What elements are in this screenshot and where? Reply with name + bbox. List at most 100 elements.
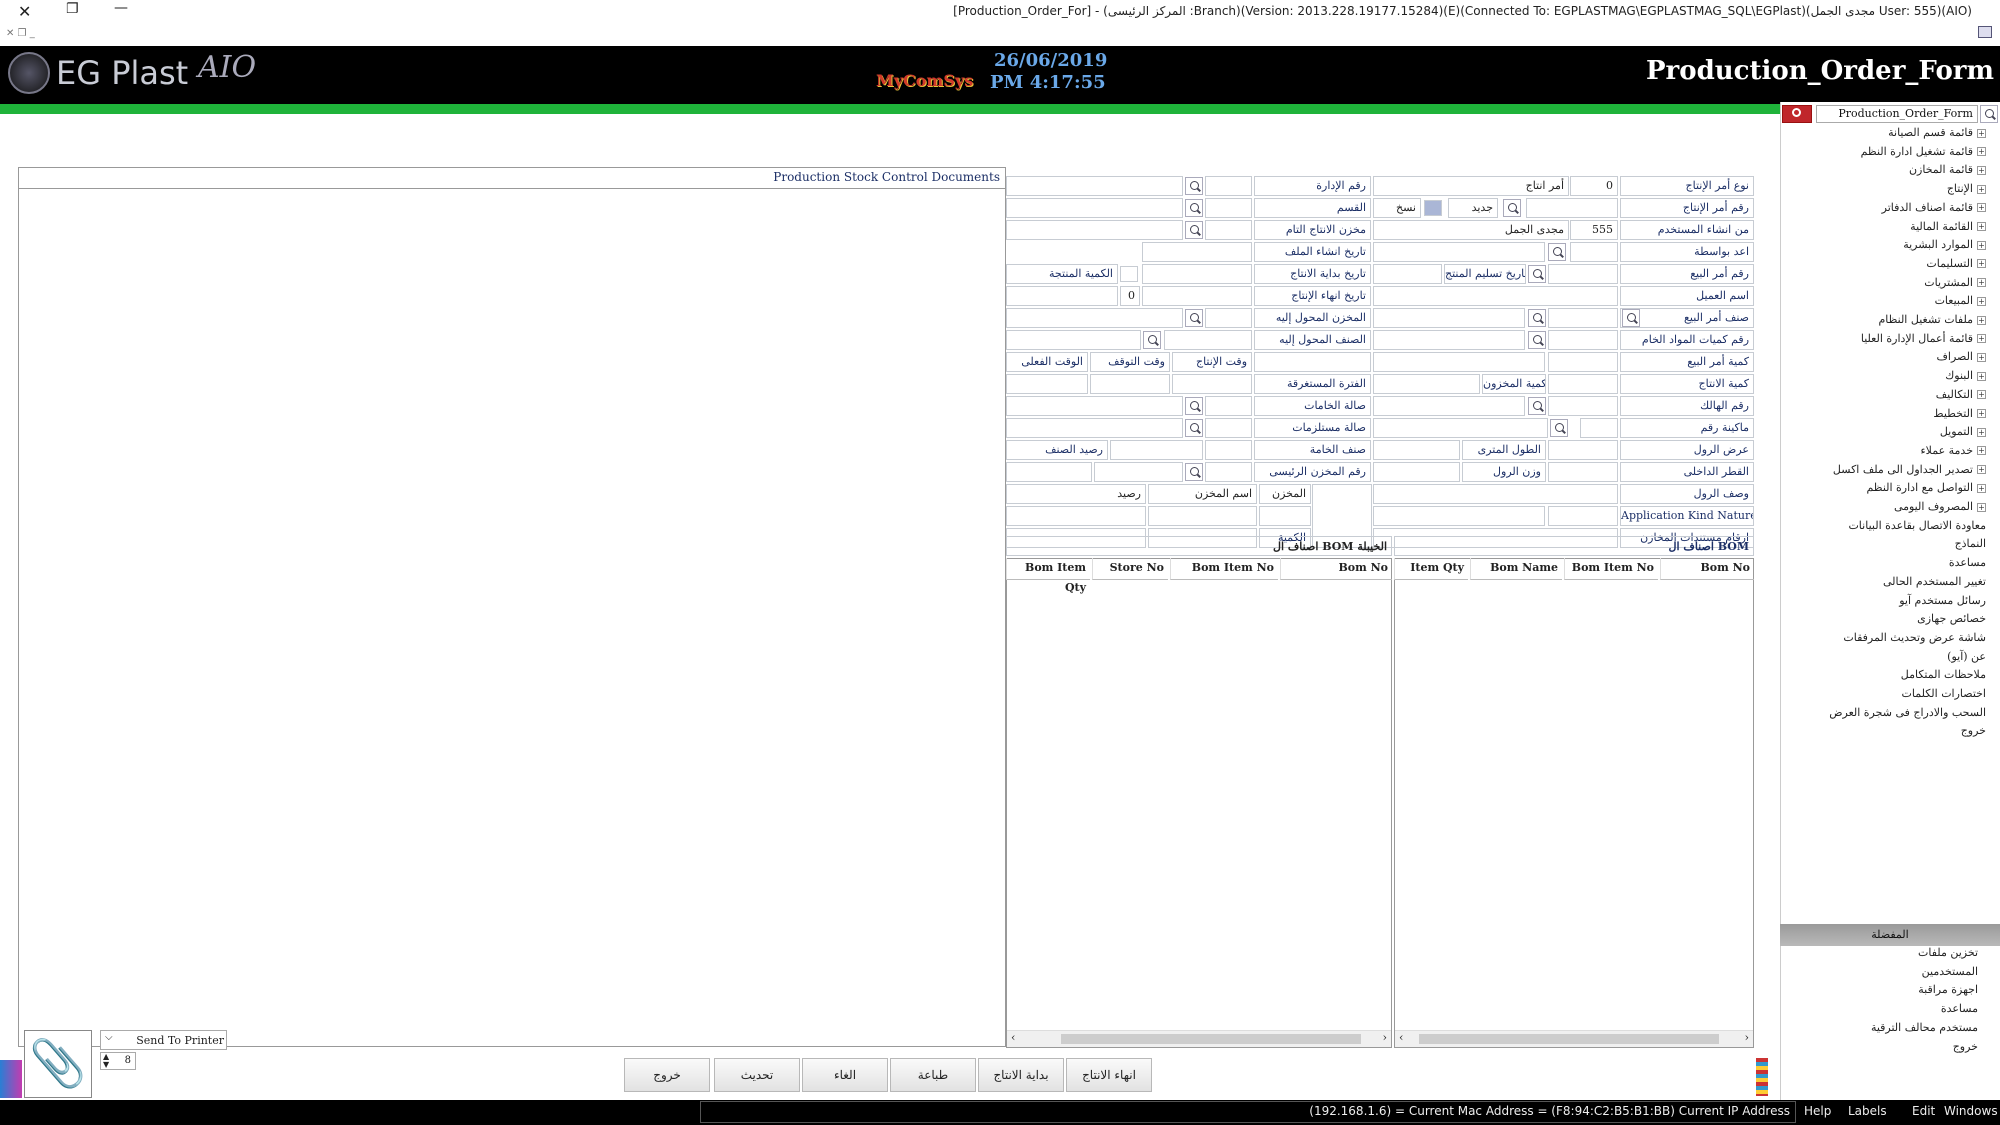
- finish-production-button[interactable]: انهاء الانتاج: [1066, 1058, 1152, 1092]
- tree-item[interactable]: السحب والادراج فى شجرة العرض: [1829, 706, 1986, 719]
- main-store-name[interactable]: [1094, 462, 1183, 482]
- expand-icon[interactable]: +: [1977, 409, 1986, 418]
- favorite-item[interactable]: تخزين ملفات: [1918, 946, 1978, 959]
- tree-item[interactable]: رسائل مستخدم آيو: [1899, 594, 1986, 607]
- printer-select[interactable]: ⌵ Send To Printer: [100, 1030, 227, 1050]
- prod-time-field[interactable]: [1172, 374, 1252, 394]
- raw-hall-field[interactable]: [1205, 396, 1252, 416]
- col-ready-bom-item-no[interactable]: Bom Item No: [1170, 558, 1278, 580]
- lookup-icon[interactable]: [1550, 419, 1568, 437]
- mdi-close-icon[interactable]: ✕ ❐ _: [6, 28, 35, 39]
- supplies-hall-name[interactable]: [1006, 418, 1183, 438]
- finished-store-name[interactable]: [1006, 220, 1183, 240]
- lookup-icon[interactable]: [1185, 199, 1203, 217]
- attachment-icon[interactable]: 📎: [24, 1030, 92, 1098]
- finished-store-field[interactable]: [1205, 220, 1252, 240]
- col-bom-item-qty[interactable]: Bom Item Qty: [1006, 558, 1090, 594]
- stop-time-field[interactable]: [1090, 374, 1170, 394]
- tree-item[interactable]: التمويل +: [1940, 425, 1986, 438]
- produced-qty-field[interactable]: [1006, 286, 1118, 306]
- col-ready-bom-no[interactable]: Bom No: [1280, 558, 1392, 580]
- expand-icon[interactable]: +: [1977, 427, 1986, 437]
- tree-item[interactable]: التكاليف +: [1936, 388, 1986, 401]
- col-bom-name[interactable]: Bom Name: [1470, 558, 1562, 580]
- tree-item[interactable]: النماذج: [1955, 537, 1986, 550]
- lookup-icon[interactable]: [1185, 419, 1203, 437]
- stock-qty-field[interactable]: [1373, 374, 1480, 394]
- menu-windows[interactable]: Windows: [1944, 1104, 1998, 1118]
- app-kind-field[interactable]: [1548, 506, 1618, 526]
- close-icon[interactable]: ✕: [18, 2, 31, 21]
- expand-icon[interactable]: +: [1977, 446, 1986, 456]
- tree-item[interactable]: ملفات تشغيل النظام +: [1878, 313, 1986, 326]
- favorite-item[interactable]: مساعدة: [1941, 1002, 1978, 1015]
- expand-icon[interactable]: +: [1977, 352, 1986, 362]
- admin-name-field[interactable]: [1006, 176, 1183, 196]
- order-no-field[interactable]: [1526, 198, 1618, 218]
- tree-item[interactable]: عن (آيو): [1947, 650, 1986, 663]
- store-field[interactable]: [1259, 506, 1311, 526]
- copy-checkbox[interactable]: [1424, 200, 1442, 216]
- tree-item[interactable]: اختصارات الكلمات: [1902, 687, 1986, 700]
- expand-icon[interactable]: +: [1977, 296, 1986, 306]
- tree-item[interactable]: قائمة اصناف الدفاتر +: [1882, 201, 1986, 214]
- store-name-field[interactable]: [1148, 506, 1257, 526]
- lookup-icon[interactable]: [1185, 309, 1203, 327]
- expand-icon[interactable]: +: [1977, 240, 1986, 250]
- lookup-icon[interactable]: [1185, 397, 1203, 415]
- menu-labels[interactable]: Labels: [1848, 1104, 1887, 1118]
- tree-item[interactable]: الإنتاج +: [1947, 182, 1986, 195]
- col-store-no[interactable]: Store No: [1092, 558, 1168, 580]
- file-date-field[interactable]: [1142, 242, 1252, 262]
- roll-weight-field[interactable]: [1373, 462, 1460, 482]
- search-input[interactable]: Production_Order_Form: [1816, 105, 1978, 123]
- delivery-date-field[interactable]: [1373, 264, 1442, 284]
- lookup-icon[interactable]: [1185, 463, 1203, 481]
- waste-name[interactable]: [1373, 396, 1525, 416]
- item-balance-field[interactable]: [1006, 462, 1092, 482]
- start-production-button[interactable]: بداية الانتاج: [978, 1058, 1064, 1092]
- minimize-icon[interactable]: —: [114, 0, 128, 16]
- tree-item[interactable]: القائمة المالية +: [1910, 220, 1986, 233]
- lookup-icon[interactable]: [1185, 221, 1203, 239]
- expand-icon[interactable]: +: [1977, 222, 1986, 231]
- meter-length-field[interactable]: [1373, 440, 1460, 460]
- dept-field[interactable]: [1205, 198, 1252, 218]
- copies-stepper[interactable]: ▲ ▼ 8: [100, 1052, 136, 1070]
- search-icon[interactable]: [1980, 105, 1998, 123]
- sales-item-name[interactable]: [1373, 308, 1525, 328]
- tree-item[interactable]: المشتريات +: [1924, 276, 1986, 289]
- balance-field[interactable]: [1006, 506, 1146, 526]
- transfer-store-name[interactable]: [1006, 308, 1183, 328]
- expand-icon[interactable]: +: [1977, 203, 1986, 213]
- tree-item[interactable]: ملاحظات المتكامل: [1901, 668, 1986, 681]
- produced-checkbox[interactable]: [1120, 266, 1138, 282]
- raw-qty-name[interactable]: [1373, 330, 1525, 350]
- lookup-icon[interactable]: [1185, 177, 1203, 195]
- tree-item[interactable]: قائمة أعمال الإدارة العليا +: [1861, 332, 1986, 345]
- start-date-field[interactable]: [1142, 264, 1252, 284]
- col-item-qty[interactable]: Item Qty: [1394, 558, 1468, 580]
- transfer-item-extra[interactable]: [1254, 352, 1371, 372]
- transfer-item-field[interactable]: [1164, 330, 1252, 350]
- menu-edit[interactable]: Edit: [1912, 1104, 1935, 1118]
- bom-items-grid[interactable]: [1394, 558, 1754, 1048]
- tree-item[interactable]: خروج: [1961, 724, 1986, 737]
- exit-button[interactable]: خروج: [624, 1058, 710, 1092]
- expand-icon[interactable]: +: [1977, 184, 1986, 194]
- restore-icon[interactable]: ❐: [66, 1, 79, 17]
- menu-help[interactable]: Help: [1804, 1104, 1831, 1118]
- expand-icon[interactable]: +: [1977, 259, 1986, 269]
- expand-icon[interactable]: +: [1977, 502, 1986, 512]
- expand-icon[interactable]: +: [1977, 371, 1986, 381]
- tree-item[interactable]: المبيعات +: [1935, 294, 1986, 307]
- expand-icon[interactable]: +: [1977, 165, 1986, 175]
- transfer-item-name[interactable]: [1006, 330, 1141, 350]
- tree-item[interactable]: التخطيط +: [1933, 407, 1986, 420]
- expand-icon[interactable]: +: [1977, 278, 1986, 288]
- bom-ready-grid[interactable]: [1006, 558, 1392, 1048]
- col-bom-no[interactable]: Bom No: [1660, 558, 1754, 580]
- tree-item[interactable]: شاشة عرض وتحديث المرفقات: [1843, 631, 1986, 644]
- tree-item[interactable]: مساعدة: [1949, 556, 1986, 569]
- customer-field[interactable]: [1373, 286, 1618, 306]
